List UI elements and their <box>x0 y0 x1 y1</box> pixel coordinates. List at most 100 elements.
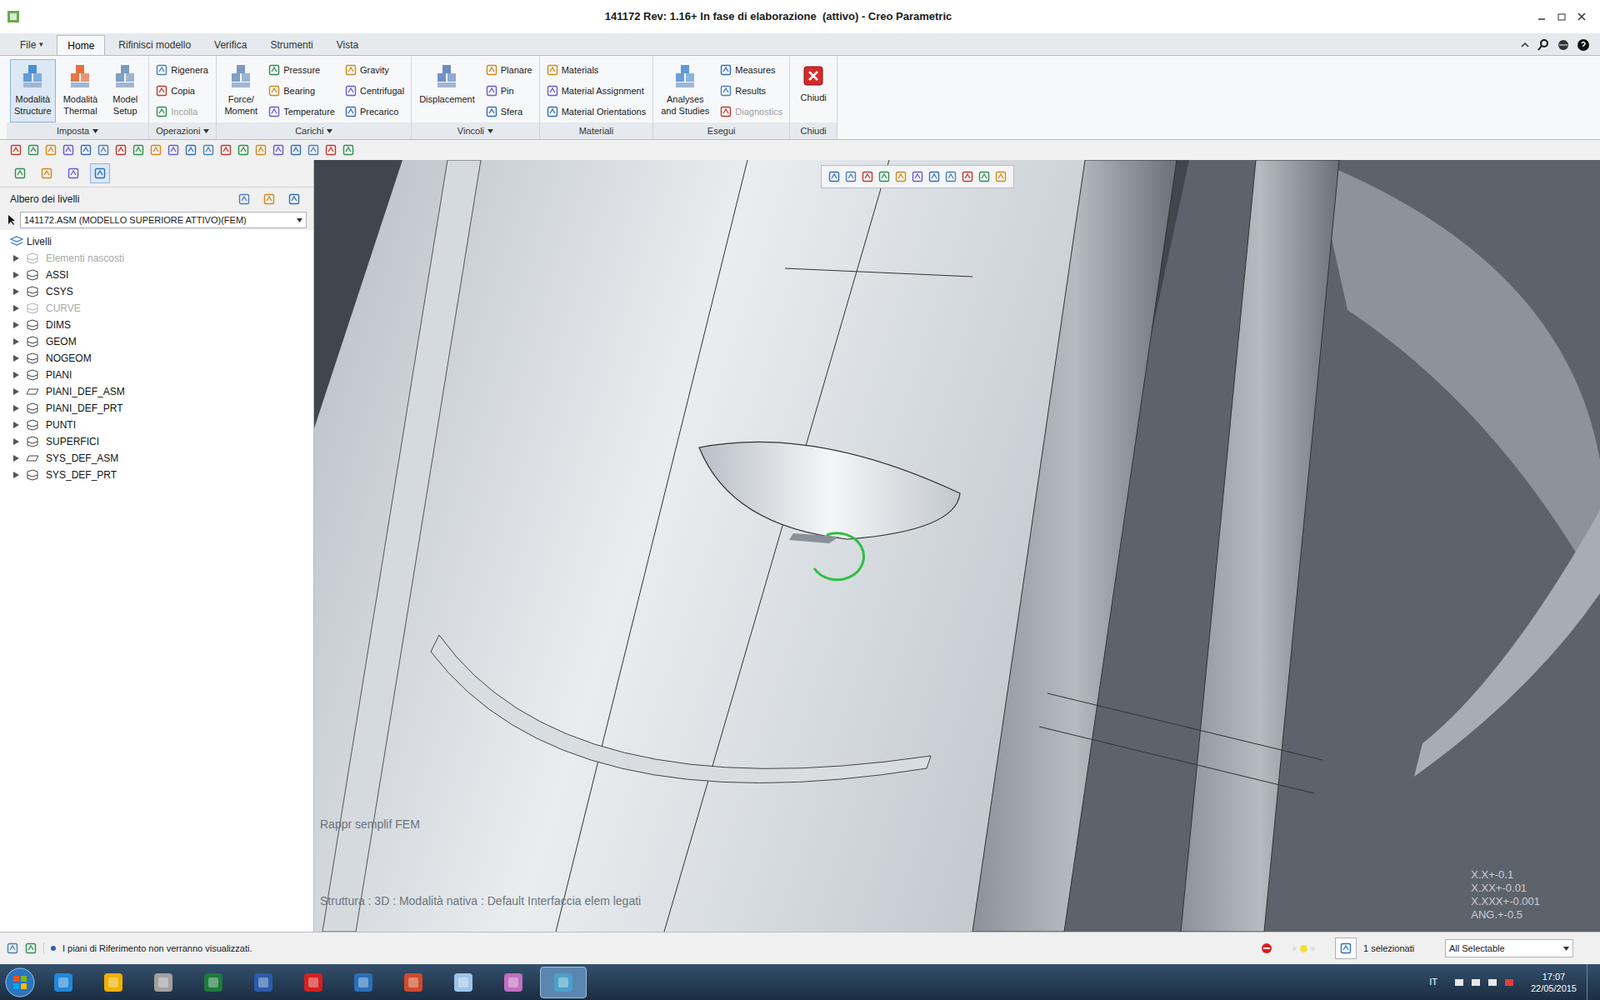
ribbon-group-label[interactable]: Vincoli <box>411 122 540 140</box>
view-button[interactable] <box>828 170 840 183</box>
view-button[interactable] <box>961 170 974 183</box>
view-button[interactable] <box>978 170 990 183</box>
ribbon-button[interactable]: Bearing <box>268 81 335 100</box>
ribbon-tab[interactable]: Rifinisci modello <box>108 35 201 55</box>
ribbon-button[interactable]: Materials <box>546 60 647 80</box>
ribbon-button[interactable]: Pin <box>485 81 533 100</box>
toolbar-button[interactable] <box>272 144 285 156</box>
tree-item[interactable]: PUNTI <box>0 416 314 434</box>
ribbon-button[interactable]: Results <box>720 81 783 100</box>
view-button[interactable] <box>911 170 924 183</box>
toolbar-button[interactable] <box>325 144 337 156</box>
tree-item[interactable]: NOGEOM <box>0 350 314 367</box>
tree-item[interactable]: ASSI <box>0 266 314 284</box>
ribbon-big-button[interactable]: Force/Moment <box>220 59 262 123</box>
sidebar-tab[interactable] <box>63 163 84 184</box>
ribbon-big-button[interactable]: Chiudi <box>793 59 834 123</box>
taskbar-app[interactable] <box>440 966 487 999</box>
ribbon-group-label[interactable]: Imposta <box>6 122 149 140</box>
ribbon-button[interactable]: Precarico <box>345 102 405 121</box>
ribbon-tab[interactable]: Home <box>56 35 105 55</box>
ribbon-button[interactable]: Material Assignment <box>546 81 647 100</box>
toolbar-button[interactable] <box>132 144 145 156</box>
tree-item[interactable]: CSYS <box>0 283 314 300</box>
ribbon-button[interactable]: Incolla <box>155 102 209 121</box>
restore-icon[interactable] <box>1556 11 1567 22</box>
toolbar-button[interactable] <box>27 144 40 156</box>
ribbon-button[interactable]: Pressure <box>268 60 335 80</box>
minimize-icon[interactable] <box>1536 11 1547 22</box>
toolbar-button[interactable] <box>97 144 110 156</box>
ribbon-tab[interactable]: Vista <box>326 35 369 55</box>
view-button[interactable] <box>928 170 940 183</box>
ribbon-button[interactable]: Copia <box>155 81 209 100</box>
tree-root[interactable]: Livelli <box>0 233 314 250</box>
sidebar-tab[interactable] <box>90 163 110 184</box>
ribbon-big-button[interactable]: ModelSetup <box>105 59 145 123</box>
taskbar-app[interactable] <box>240 966 287 999</box>
clock[interactable]: 17:0722/05/2015 <box>1524 970 1584 995</box>
filter-select[interactable]: All Selectable <box>1445 939 1574 958</box>
ribbon-group-label[interactable]: Carichi <box>216 122 411 140</box>
tree-item[interactable]: SYS_DEF_ASM <box>0 450 314 467</box>
taskbar-app[interactable] <box>290 966 337 999</box>
ribbon-tab[interactable]: File▾ <box>10 35 54 55</box>
toolbar-button[interactable] <box>307 144 320 156</box>
help-icon[interactable] <box>1576 38 1590 52</box>
toolbar-button[interactable] <box>185 144 197 156</box>
ribbon-button[interactable]: Centrifugal <box>345 81 405 100</box>
tree-item[interactable]: PIANI_DEF_PRT <box>0 400 314 417</box>
toolbar-button[interactable] <box>342 144 355 156</box>
model-selector[interactable]: 141172.ASM (MODELLO SUPERIORE ATTIVO)(FE… <box>20 211 307 229</box>
view-button[interactable] <box>995 170 1007 183</box>
ribbon-button[interactable]: Planare <box>485 60 533 80</box>
taskbar-app[interactable] <box>340 966 387 999</box>
ribbon-big-button[interactable]: Displacement <box>415 59 480 123</box>
ribbon-big-button[interactable]: ModalitàStructure <box>10 59 56 123</box>
sidebar-tab[interactable] <box>36 163 57 184</box>
taskbar-app[interactable] <box>40 966 87 999</box>
tree-item[interactable]: PIANI <box>0 366 314 384</box>
taskbar-app[interactable] <box>390 966 437 999</box>
ribbon-big-button[interactable]: Analysesand Studies <box>656 59 714 123</box>
tree-item[interactable]: Elementi nascosti <box>0 250 314 267</box>
taskbar-app[interactable] <box>540 966 587 999</box>
start-icon[interactable] <box>3 965 37 1000</box>
sidebar-tab[interactable] <box>10 163 30 184</box>
community-icon[interactable] <box>1556 38 1570 52</box>
language[interactable]: IT <box>1422 975 1445 990</box>
toolbar-button[interactable] <box>202 144 215 156</box>
taskbar-app[interactable] <box>90 966 137 999</box>
taskbar-app[interactable] <box>140 966 187 999</box>
tree-item[interactable]: GEOM <box>0 333 314 350</box>
view-button[interactable] <box>845 170 857 183</box>
toolbar-button[interactable] <box>167 144 180 156</box>
tree-item[interactable]: SUPERFICI <box>0 433 314 450</box>
ribbon-button[interactable]: Measures <box>720 60 783 80</box>
graphics-window[interactable]: Rappr semplif FEMStruttura : 3D : Modali… <box>314 160 1600 932</box>
ribbon-button[interactable]: Material Orientations <box>546 102 647 121</box>
ribbon-tab[interactable]: Strumenti <box>260 35 323 55</box>
toolbar-button[interactable] <box>237 144 250 156</box>
toolbar-button[interactable] <box>115 144 127 156</box>
view-button[interactable] <box>895 170 907 183</box>
close-window-icon[interactable] <box>1576 11 1587 22</box>
taskbar-app[interactable] <box>490 966 537 999</box>
toolbar-button[interactable] <box>45 144 57 156</box>
ribbon-button[interactable]: Rigenera <box>155 60 209 80</box>
tree-item[interactable]: PIANI_DEF_ASM <box>0 383 314 400</box>
view-button[interactable] <box>861 170 874 183</box>
toolbar-button[interactable] <box>62 144 75 156</box>
ribbon-button[interactable]: Sfera <box>485 102 533 121</box>
tree-item[interactable]: SYS_DEF_PRT <box>0 466 314 484</box>
ribbon-group-label[interactable]: Operazioni <box>149 122 216 140</box>
ribbon-button[interactable]: Temperature <box>268 102 335 121</box>
toolbar-button[interactable] <box>255 144 267 156</box>
toolbar-button[interactable] <box>150 144 162 156</box>
ribbon-big-button[interactable]: ModalitàThermal <box>59 59 103 123</box>
ribbon-tab[interactable]: Verifica <box>204 35 257 55</box>
tree-item[interactable]: DIMS <box>0 316 314 334</box>
find-button[interactable] <box>1335 937 1357 960</box>
search-icon[interactable] <box>1536 38 1550 52</box>
view-button[interactable] <box>945 170 957 183</box>
